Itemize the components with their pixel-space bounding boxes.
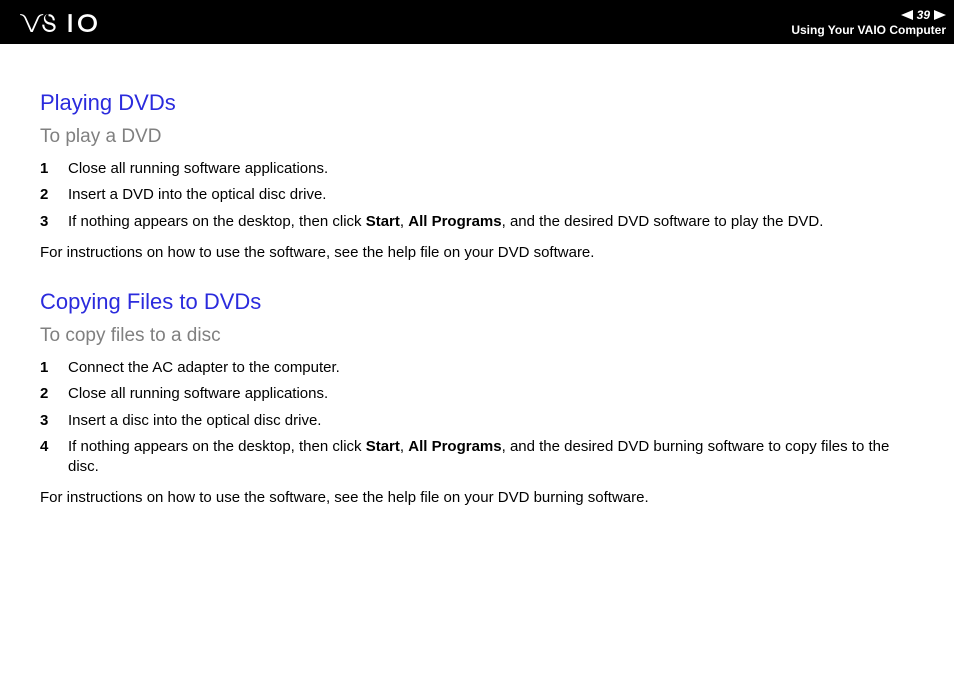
page-content: Playing DVDs To play a DVD 1 Close all r… [0, 44, 954, 509]
list-item: 2 Insert a DVD into the optical disc dri… [40, 182, 914, 208]
text-fragment: , [400, 213, 408, 230]
bold-text: All Programs [408, 213, 501, 230]
step-number: 1 [40, 358, 54, 378]
page-number: 39 [917, 8, 930, 22]
subheading-to-copy-files: To copy files to a disc [40, 325, 914, 347]
header-right: 39 Using Your VAIO Computer [791, 8, 946, 37]
step-text: If nothing appears on the desktop, then … [68, 212, 914, 232]
subheading-to-play-dvd: To play a DVD [40, 126, 914, 148]
step-text: Insert a disc into the optical disc driv… [68, 411, 914, 431]
step-text: Close all running software applications. [68, 384, 914, 404]
heading-copying-files: Copying Files to DVDs [40, 289, 914, 315]
text-fragment: , and the desired DVD software to play t… [502, 213, 824, 230]
steps-play-dvd: 1 Close all running software application… [40, 156, 914, 235]
bold-text: All Programs [408, 438, 501, 455]
step-number: 1 [40, 159, 54, 179]
step-text: Connect the AC adapter to the computer. [68, 358, 914, 378]
vaio-logo [18, 12, 138, 32]
section-footer-text: For instructions on how to use the softw… [40, 243, 914, 263]
step-number: 3 [40, 411, 54, 431]
text-fragment: , [400, 438, 408, 455]
bold-text: Start [366, 438, 400, 455]
page-header: 39 Using Your VAIO Computer [0, 0, 954, 44]
page-nav: 39 [901, 8, 946, 22]
list-item: 1 Close all running software application… [40, 156, 914, 182]
text-fragment: If nothing appears on the desktop, then … [68, 213, 366, 230]
step-number: 3 [40, 212, 54, 232]
heading-playing-dvds: Playing DVDs [40, 90, 914, 116]
prev-page-icon[interactable] [901, 10, 913, 20]
header-section-label: Using Your VAIO Computer [791, 23, 946, 37]
step-text: Close all running software applications. [68, 159, 914, 179]
list-item: 3 If nothing appears on the desktop, the… [40, 209, 914, 235]
list-item: 1 Connect the AC adapter to the computer… [40, 355, 914, 381]
steps-copy-files: 1 Connect the AC adapter to the computer… [40, 355, 914, 480]
step-text: If nothing appears on the desktop, then … [68, 437, 914, 478]
text-fragment: If nothing appears on the desktop, then … [68, 438, 366, 455]
section-playing-dvds: Playing DVDs To play a DVD 1 Close all r… [40, 90, 914, 263]
step-number: 4 [40, 437, 54, 478]
step-number: 2 [40, 185, 54, 205]
bold-text: Start [366, 213, 400, 230]
section-copying-files: Copying Files to DVDs To copy files to a… [40, 289, 914, 509]
step-text: Insert a DVD into the optical disc drive… [68, 185, 914, 205]
list-item: 4 If nothing appears on the desktop, the… [40, 434, 914, 481]
list-item: 2 Close all running software application… [40, 381, 914, 407]
list-item: 3 Insert a disc into the optical disc dr… [40, 408, 914, 434]
step-number: 2 [40, 384, 54, 404]
section-footer-text: For instructions on how to use the softw… [40, 488, 914, 508]
next-page-icon[interactable] [934, 10, 946, 20]
